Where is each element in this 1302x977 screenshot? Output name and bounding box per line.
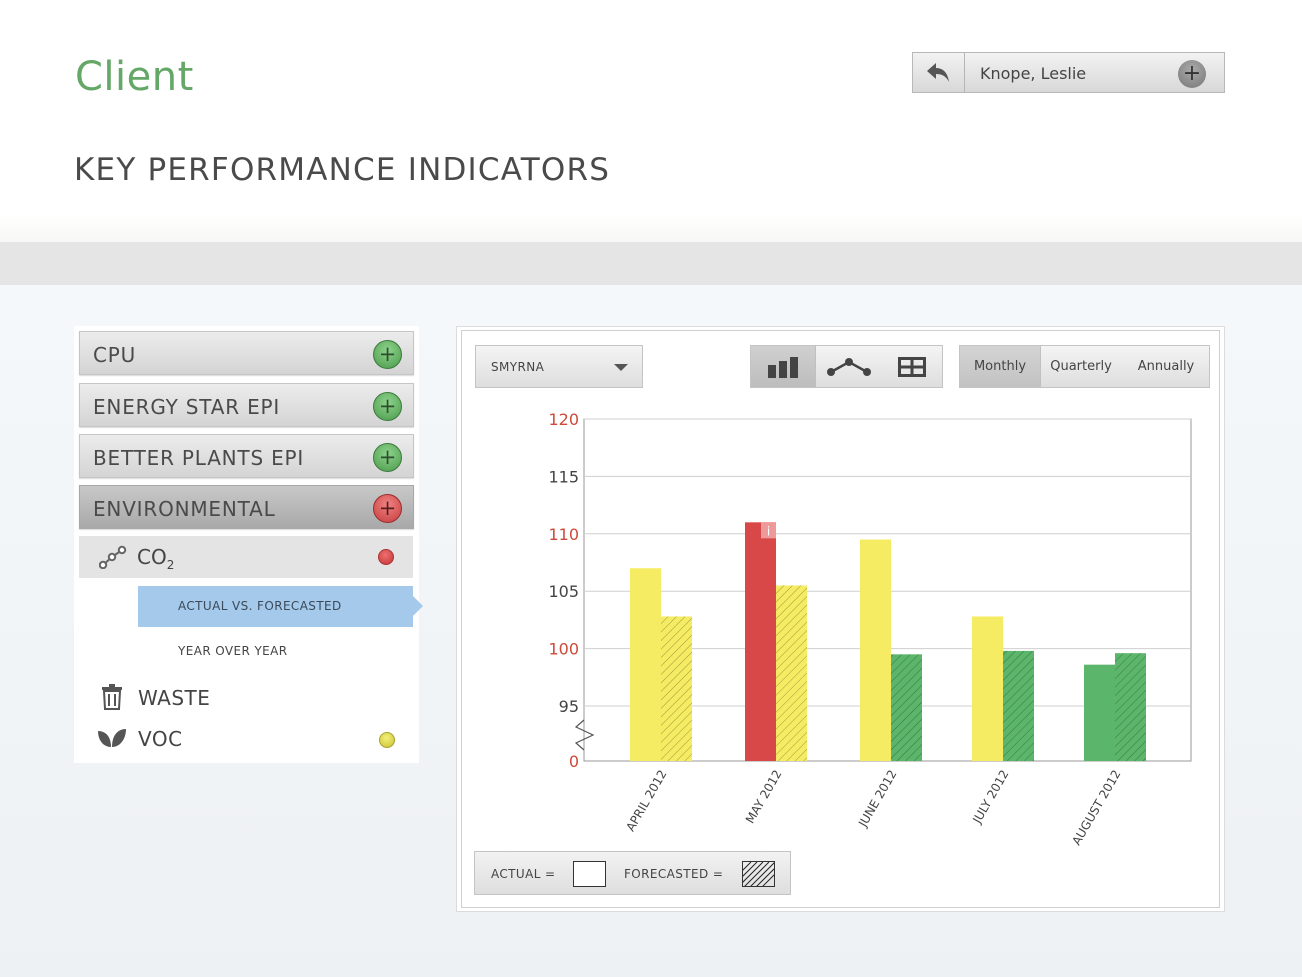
- status-dot-red: [378, 549, 394, 565]
- bar-chart-icon: [768, 356, 798, 378]
- y-tick-label: 0: [569, 752, 579, 771]
- category-energy-star-epi[interactable]: ENERGY STAR EPI +: [79, 383, 414, 427]
- y-tick-label: 120: [548, 410, 579, 429]
- period-toggle: Monthly Quarterly Annually: [959, 345, 1210, 388]
- page-header: Client KEY PERFORMANCE INDICATORS Knope,…: [0, 0, 1302, 242]
- expand-plus-icon[interactable]: +: [373, 392, 402, 421]
- y-tick-label: 105: [548, 582, 579, 601]
- category-label: CPU: [93, 343, 137, 367]
- expand-plus-icon[interactable]: +: [373, 494, 402, 523]
- x-tick-label: AUGUST 2012: [1069, 768, 1123, 848]
- y-tick-label: 115: [548, 467, 579, 486]
- x-tick-label: APRIL 2012: [623, 768, 669, 834]
- legend-actual-label: ACTUAL =: [491, 867, 556, 881]
- y-tick-label: 95: [559, 697, 579, 716]
- trash-icon: [102, 684, 122, 710]
- x-tick-label: JULY 2012: [969, 768, 1011, 827]
- bar-forecast-hatch: [1115, 653, 1146, 761]
- legend-actual-swatch: [573, 861, 606, 887]
- add-user-button[interactable]: +: [1178, 60, 1206, 88]
- chart-type-toggle: [750, 345, 943, 388]
- bar-actual: [972, 616, 1003, 761]
- user-name[interactable]: Knope, Leslie: [980, 64, 1086, 83]
- kpi-bar-chart: 120 115 110 105 100 95 0 APRIL 2012 MAY 2012 JUNE…: [548, 410, 1192, 848]
- table-view-button[interactable]: [882, 346, 942, 387]
- page-title: Client: [75, 54, 194, 100]
- view-label: ACTUAL VS. FORECASTED: [178, 599, 342, 613]
- bar-forecast-hatch: [661, 616, 692, 761]
- sidebar-item-co2[interactable]: CO2: [79, 536, 413, 578]
- period-quarterly-button[interactable]: Quarterly: [1041, 346, 1121, 387]
- period-annually-button[interactable]: Annually: [1125, 346, 1207, 387]
- table-grid-icon: [898, 356, 926, 377]
- site-select-dropdown[interactable]: SMYRNA: [475, 345, 643, 388]
- expand-plus-icon[interactable]: +: [373, 443, 402, 472]
- bar-forecast-hatch: [891, 654, 922, 761]
- view-year-over-year[interactable]: YEAR OVER YEAR: [178, 644, 288, 658]
- legend-forecasted-swatch: [742, 861, 775, 887]
- back-button[interactable]: [913, 53, 965, 92]
- category-better-plants-epi[interactable]: BETTER PLANTS EPI +: [79, 434, 414, 478]
- section-title: KEY PERFORMANCE INDICATORS: [74, 152, 611, 188]
- legend-forecasted-label: FORECASTED =: [624, 867, 724, 881]
- sub-toolbar: [0, 242, 1302, 285]
- category-label: BETTER PLANTS EPI: [93, 446, 305, 470]
- sidebar-item-waste[interactable]: WASTE: [94, 682, 414, 714]
- molecule-icon: [99, 545, 127, 569]
- plus-icon: +: [1182, 61, 1202, 86]
- y-tick-label: 100: [548, 640, 579, 659]
- info-icon: i: [767, 524, 770, 538]
- undo-arrow-icon: [926, 62, 949, 82]
- chevron-down-icon: [614, 364, 628, 371]
- expand-plus-icon[interactable]: +: [373, 340, 402, 369]
- bar-actual: [630, 568, 661, 761]
- view-actual-vs-forecasted[interactable]: ACTUAL VS. FORECASTED: [138, 586, 423, 627]
- line-chart-icon: [827, 357, 871, 376]
- user-selector: Knope, Leslie +: [912, 52, 1225, 93]
- x-tick-label: JUNE 2012: [855, 768, 899, 831]
- leaf-icon: [98, 729, 126, 747]
- kpi-sidebar: CPU + ENERGY STAR EPI + BETTER PLANTS EP…: [74, 326, 423, 763]
- bar-chart-view-button[interactable]: [751, 346, 816, 387]
- line-chart-view-button[interactable]: [816, 346, 882, 387]
- bar-actual: [860, 539, 891, 761]
- category-cpu[interactable]: CPU +: [79, 331, 414, 375]
- waste-label: WASTE: [138, 686, 211, 710]
- header-fade: [0, 215, 1302, 242]
- sidebar-item-voc[interactable]: VOC: [94, 723, 414, 755]
- site-select-value: SMYRNA: [491, 360, 545, 374]
- bar-actual: [745, 522, 776, 761]
- voc-label: VOC: [138, 727, 183, 751]
- y-tick-label: 110: [548, 525, 579, 544]
- status-dot-yellow: [379, 732, 395, 748]
- period-monthly-button[interactable]: Monthly: [960, 346, 1041, 387]
- category-environmental[interactable]: ENVIRONMENTAL +: [79, 485, 414, 529]
- co2-label: CO2: [137, 545, 175, 572]
- chart-legend: ACTUAL = FORECASTED =: [474, 851, 791, 895]
- x-tick-label: MAY 2012: [743, 768, 785, 826]
- bar-actual: [1084, 664, 1115, 761]
- bar-forecast-hatch: [1003, 650, 1034, 761]
- category-label: ENERGY STAR EPI: [93, 395, 281, 419]
- category-label: ENVIRONMENTAL: [93, 497, 276, 521]
- bar-forecast-hatch: [776, 585, 807, 761]
